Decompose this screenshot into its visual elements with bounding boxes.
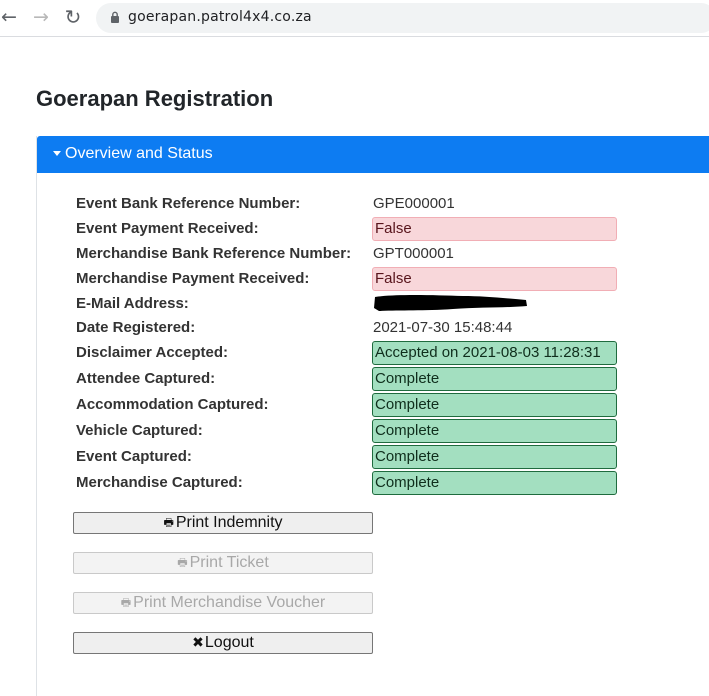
close-icon: ✖ [192,635,204,651]
status-row: Event Payment Received: False [76,217,676,241]
page-title: Goerapan Registration [36,86,274,111]
address-bar[interactable]: goerapan.patrol4x4.co.za [96,3,709,33]
print-voucher-label: Print Merchandise Voucher [133,594,326,611]
printer-icon: 🖶 [120,595,132,609]
status-row: Merchandise Bank Reference Number: GPT000… [76,242,676,266]
panel-header-label: Overview and Status [65,145,213,162]
status-row-value: 2021-07-30 15:48:44 [373,319,513,336]
browser-toolbar: ← → ↻ goerapan.patrol4x4.co.za [0,0,709,37]
status-row: Merchandise Payment Received: False [76,267,676,291]
url-text: goerapan.patrol4x4.co.za [128,9,312,25]
status-row-label: Event Captured: [76,448,192,465]
print-merchandise-voucher-button[interactable]: 🖶 Print Merchandise Voucher [73,592,373,614]
status-row: Date Registered: 2021-07-30 15:48:44 [76,316,676,340]
status-row: Accommodation Captured: Complete [76,393,676,417]
arrow-right-icon[interactable]: → [28,4,54,30]
print-indemnity-label: Print Indemnity [175,514,283,531]
status-row: Attendee Captured: Complete [76,367,676,391]
overview-panel-toggle[interactable]: Overview and Status [37,136,709,173]
status-row-label: Attendee Captured: [76,370,216,387]
printer-icon: 🖶 [163,515,174,529]
status-row: Vehicle Captured: Complete [76,419,676,443]
status-row-value: GPT000001 [373,245,454,262]
status-row-label: Merchandise Bank Reference Number: [76,245,352,262]
print-ticket-label: Print Ticket [189,554,269,571]
redaction-mark [374,295,527,311]
lock-icon [111,11,119,23]
caret-down-icon [53,151,61,156]
status-row: E-Mail Address: [76,292,676,316]
printer-icon: 🖶 [177,555,188,569]
status-row-label: Merchandise Captured: [76,474,243,491]
logout-button[interactable]: ✖ Logout [73,632,373,654]
status-badge: Complete [372,419,617,443]
status-badge: Complete [372,367,617,391]
status-row-label: Date Registered: [76,319,196,336]
status-badge: Complete [372,471,617,495]
status-row: Event Captured: Complete [76,445,676,469]
status-badge: Accepted on 2021-08-03 11:28:31 [372,341,617,365]
print-indemnity-button[interactable]: 🖶 Print Indemnity [73,512,373,534]
status-row-label: Vehicle Captured: [76,422,203,439]
status-row: Disclaimer Accepted: Accepted on 2021-08-… [76,341,676,365]
status-row-label: Event Bank Reference Number: [76,195,301,212]
status-row-label: E-Mail Address: [76,295,189,312]
status-badge: False [372,267,617,291]
status-row-value: GPE000001 [373,195,455,212]
status-row: Event Bank Reference Number: GPE000001 [76,192,676,216]
reload-icon[interactable]: ↻ [60,4,86,30]
status-row-label: Event Payment Received: [76,220,259,237]
print-ticket-button[interactable]: 🖶 Print Ticket [73,552,373,574]
status-badge: Complete [372,445,617,469]
overview-panel: Overview and Status Event Bank Reference… [36,136,709,696]
arrow-left-icon[interactable]: ← [0,4,22,30]
status-row-label: Merchandise Payment Received: [76,270,310,287]
status-badge: False [372,217,617,241]
logout-label: Logout [204,634,254,651]
status-row: Merchandise Captured: Complete [76,471,676,495]
status-row-label: Disclaimer Accepted: [76,344,229,361]
status-row-label: Accommodation Captured: [76,396,269,413]
status-badge: Complete [372,393,617,417]
